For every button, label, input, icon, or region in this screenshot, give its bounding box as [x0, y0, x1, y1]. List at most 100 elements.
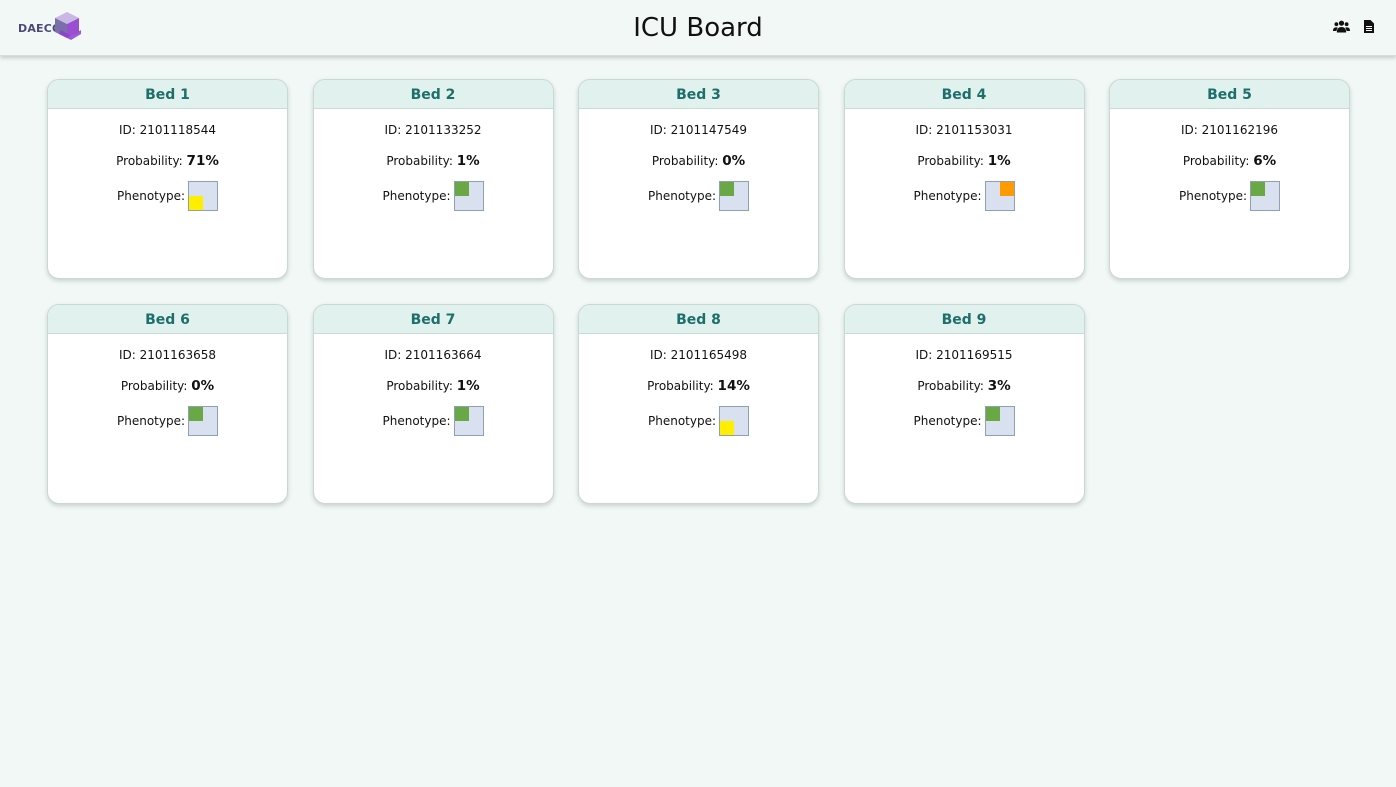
- phenotype: Phenotype:: [845, 406, 1084, 436]
- phenotype-label: Phenotype:: [913, 414, 982, 428]
- bed-details: ID: 2101165498 Probability: 14% Phenotyp…: [579, 348, 818, 436]
- patient-id: ID: 2101147549: [579, 123, 818, 139]
- bed-title: Bed 7: [313, 305, 553, 334]
- phenotype-marker: [720, 421, 735, 435]
- bed-details: ID: 2101162196 Probability: 6% Phenotype…: [1110, 123, 1349, 211]
- phenotype-indicator: [719, 406, 750, 436]
- id-value: 2101163658: [139, 348, 216, 362]
- phenotype: Phenotype:: [48, 406, 287, 436]
- bed-grid: Bed 1 ID: 2101118544 Probability: 71% Ph…: [47, 79, 1350, 504]
- id-value: 2101169515: [936, 348, 1013, 362]
- bed-card[interactable]: Bed 2 ID: 2101133252 Probability: 1% Phe…: [312, 79, 554, 279]
- id-value: 2101162196: [1201, 123, 1278, 137]
- id-label: ID:: [915, 348, 937, 362]
- probability-value: 3%: [987, 378, 1011, 394]
- bed-card[interactable]: Bed 6 ID: 2101163658 Probability: 0% Phe…: [47, 304, 288, 504]
- probability-value: 14%: [717, 378, 750, 394]
- id-value: 2101163664: [405, 348, 482, 362]
- id-value: 2101165498: [670, 348, 747, 362]
- bed-card[interactable]: Bed 1 ID: 2101118544 Probability: 71% Ph…: [47, 79, 288, 279]
- id-value: 2101147549: [670, 123, 747, 137]
- phenotype-indicator: [1250, 181, 1281, 211]
- patient-id: ID: 2101153031: [845, 123, 1084, 139]
- probability-value: 0%: [722, 153, 746, 169]
- bed-details: ID: 2101169515 Probability: 3% Phenotype…: [845, 348, 1084, 436]
- probability-label: Probability:: [120, 379, 192, 393]
- phenotype: Phenotype:: [579, 181, 818, 211]
- bed-card[interactable]: Bed 5 ID: 2101162196 Probability: 6% Phe…: [1109, 79, 1350, 279]
- phenotype-indicator: [984, 406, 1015, 436]
- bed-title: Bed 6: [48, 305, 287, 334]
- document-icon[interactable]: [1364, 20, 1374, 33]
- probability: Probability: 0%: [579, 153, 818, 171]
- users-icon[interactable]: [1333, 20, 1350, 33]
- id-label: ID:: [384, 123, 406, 137]
- patient-id: ID: 2101163664: [314, 348, 553, 364]
- id-label: ID:: [650, 348, 671, 362]
- phenotype-label: Phenotype:: [116, 414, 186, 428]
- phenotype-label: Phenotype:: [116, 189, 186, 203]
- patient-id: ID: 2101169515: [845, 348, 1084, 364]
- phenotype-marker: [189, 196, 204, 210]
- phenotype-indicator: [719, 181, 750, 211]
- probability-value: 6%: [1253, 153, 1277, 169]
- bed-details: ID: 2101147549 Probability: 0% Phenotype…: [579, 123, 818, 211]
- probability: Probability: 1%: [314, 378, 553, 396]
- bed-card[interactable]: Bed 9 ID: 2101169515 Probability: 3% Phe…: [843, 304, 1085, 504]
- probability-value: 1%: [987, 153, 1011, 169]
- bed-title: Bed 5: [1110, 80, 1349, 109]
- bed-card[interactable]: Bed 3 ID: 2101147549 Probability: 0% Phe…: [578, 79, 819, 279]
- patient-id: ID: 2101118544: [48, 123, 287, 139]
- bed-details: ID: 2101153031 Probability: 1% Phenotype…: [845, 123, 1084, 211]
- bed-details: ID: 2101163658 Probability: 0% Phenotype…: [48, 348, 287, 436]
- id-label: ID:: [915, 123, 937, 137]
- phenotype: Phenotype:: [845, 181, 1084, 211]
- id-label: ID:: [119, 348, 140, 362]
- probability: Probability: 0%: [48, 378, 287, 396]
- phenotype-marker: [985, 407, 1000, 421]
- bed-title: Bed 3: [579, 80, 818, 109]
- probability: Probability: 1%: [845, 153, 1084, 171]
- phenotype-marker: [999, 182, 1014, 196]
- bed-title: Bed 8: [579, 305, 818, 334]
- probability-label: Probability:: [116, 154, 187, 168]
- probability-value: 0%: [191, 378, 215, 394]
- phenotype-indicator: [453, 181, 484, 211]
- phenotype-marker: [454, 407, 469, 421]
- probability: Probability: 6%: [1110, 153, 1349, 171]
- bed-details: ID: 2101163664 Probability: 1% Phenotype…: [314, 348, 553, 436]
- id-label: ID:: [1181, 123, 1202, 137]
- id-value: 2101133252: [405, 123, 482, 137]
- probability: Probability: 71%: [48, 153, 287, 171]
- phenotype-label: Phenotype:: [382, 414, 451, 428]
- id-value: 2101153031: [936, 123, 1013, 137]
- probability: Probability: 3%: [845, 378, 1084, 396]
- bed-title: Bed 4: [844, 80, 1084, 109]
- probability-value: 1%: [456, 153, 480, 169]
- id-label: ID:: [119, 123, 140, 137]
- probability-label: Probability:: [386, 379, 457, 393]
- bed-card[interactable]: Bed 7 ID: 2101163664 Probability: 1% Phe…: [312, 304, 554, 504]
- probability-label: Probability:: [917, 379, 988, 393]
- page-title: ICU Board: [633, 13, 763, 43]
- phenotype-marker: [454, 182, 469, 196]
- phenotype-indicator: [453, 406, 484, 436]
- bed-card[interactable]: Bed 8 ID: 2101165498 Probability: 14% Ph…: [578, 304, 819, 504]
- bed-title: Bed 1: [48, 80, 287, 109]
- phenotype: Phenotype:: [314, 406, 553, 436]
- phenotype-label: Phenotype:: [647, 414, 717, 428]
- id-value: 2101118544: [139, 123, 216, 137]
- bed-title: Bed 2: [313, 80, 553, 109]
- header-actions: [1333, 20, 1374, 33]
- probability-label: Probability:: [1182, 154, 1254, 168]
- phenotype-label: Phenotype:: [382, 189, 451, 203]
- probability-value: 1%: [456, 378, 480, 394]
- bed-details: ID: 2101133252 Probability: 1% Phenotype…: [314, 123, 553, 211]
- phenotype-marker: [1251, 182, 1266, 196]
- probability-label: Probability:: [651, 154, 723, 168]
- top-bar: DAECOS ICU Board: [0, 0, 1396, 56]
- bed-details: ID: 2101118544 Probability: 71% Phenotyp…: [48, 123, 287, 211]
- patient-id: ID: 2101163658: [48, 348, 287, 364]
- phenotype: Phenotype:: [314, 181, 553, 211]
- bed-card[interactable]: Bed 4 ID: 2101153031 Probability: 1% Phe…: [843, 79, 1085, 279]
